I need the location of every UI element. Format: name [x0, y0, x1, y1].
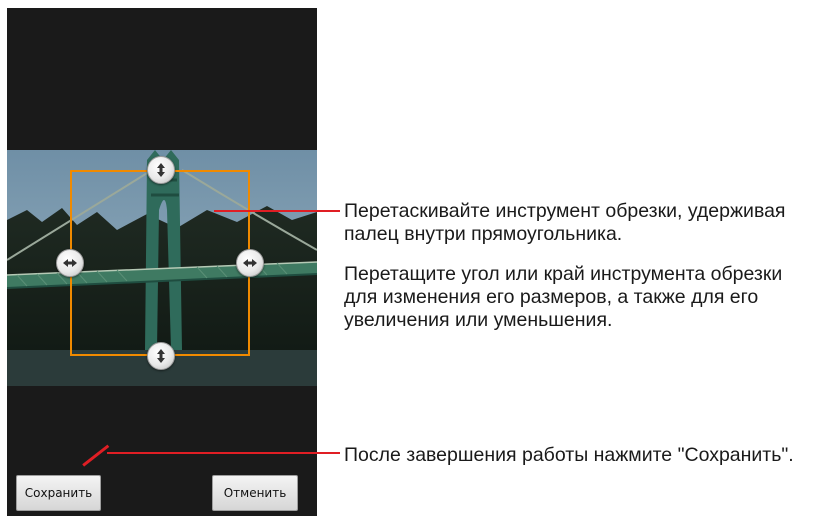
resize-vertical-icon[interactable]	[147, 342, 175, 370]
resize-horizontal-icon[interactable]	[236, 249, 264, 277]
callout-leader-save	[107, 452, 340, 454]
crop-rectangle[interactable]	[70, 170, 250, 356]
callout-leader-move	[214, 210, 340, 212]
cancel-button[interactable]: Отменить	[212, 475, 298, 511]
save-button[interactable]: Сохранить	[16, 475, 101, 511]
phone-screen: Сохранить Отменить	[7, 8, 317, 516]
callout-save-hint: После завершения работы нажмите "Сохрани…	[344, 444, 794, 466]
resize-horizontal-icon[interactable]	[56, 249, 84, 277]
callout-resize-crop: Перетащите угол или край инструмента обр…	[344, 263, 783, 331]
resize-vertical-icon[interactable]	[147, 156, 175, 184]
callout-move-crop: Перетаскивайте инструмент обрезки, удерж…	[344, 200, 786, 245]
